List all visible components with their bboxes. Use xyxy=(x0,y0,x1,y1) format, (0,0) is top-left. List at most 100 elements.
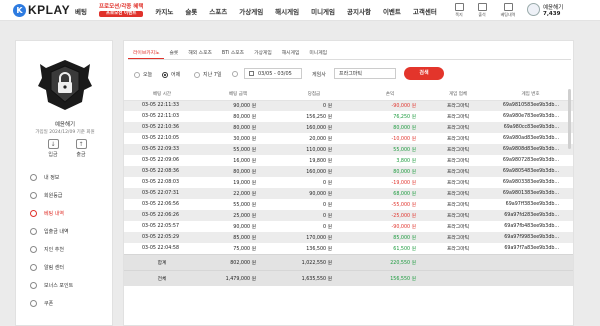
bet-time-cell: 03-05 22:04:58 xyxy=(124,243,200,254)
game-vendor-cell: 프라그마틱 xyxy=(428,199,488,210)
bet-history-table: 베팅 시간 베팅 금액 당첨금 손익 게임 업체 게임 번호 03-05 22:… xyxy=(124,89,573,286)
deposit-button[interactable]: ↓ 입금 xyxy=(41,139,65,158)
table-row[interactable]: 03-05 22:10:05 30,000 원 20,000 원 -10,000 원프… xyxy=(124,133,573,144)
table-row[interactable]: 03-05 22:07:31 22,000 원 90,000 원 68,000 원 프라… xyxy=(124,188,573,199)
sidebar-item-member-level[interactable]: 회원등급 xyxy=(16,186,114,204)
table-row[interactable]: 03-05 22:11:03 80,000 원 156,250 원 76,250 원프… xyxy=(124,111,573,122)
table-row[interactable]: 03-05 22:11:33 90,000 원0 원 -90,000 원 프라그마틱 6… xyxy=(124,100,573,111)
nav-virtual-game[interactable]: 가상게임 xyxy=(239,6,263,16)
tab-bti-sports[interactable]: BTi 스포츠 xyxy=(217,49,249,59)
sidebar-item-referral[interactable]: 지인 추천 xyxy=(16,240,114,258)
game-provider-input[interactable] xyxy=(334,68,396,79)
search-button[interactable]: 검색 xyxy=(404,67,444,80)
sidebar-item-notifications[interactable]: 알림 센터 xyxy=(16,258,114,276)
winnings-cell: 0 원 xyxy=(276,210,352,221)
tab-virtual-game[interactable]: 가상게임 xyxy=(249,49,277,59)
bet-history-shortcut[interactable]: 베팅내역 xyxy=(500,3,516,18)
table-row[interactable]: 03-05 22:06:26 25,000 원0 원 -25,000 원 프라그마틱 6… xyxy=(124,210,573,221)
nav-mini-game[interactable]: 미니게임 xyxy=(311,6,335,16)
message-button[interactable]: 쪽지 xyxy=(451,3,467,18)
game-vendor-cell: 프라그마틱 xyxy=(428,210,488,221)
nav-event[interactable]: 이벤트 xyxy=(383,6,401,16)
logo-mark-icon: K xyxy=(13,3,26,17)
game-number-cell: 69a980e783ee9b3db... xyxy=(488,111,573,122)
game-number-cell: 69a9801383ee9b3db... xyxy=(488,188,573,199)
radio-dot-icon xyxy=(162,71,168,78)
game-vendor-cell: 프라그마틱 xyxy=(428,177,488,188)
wallet-icon xyxy=(30,227,37,235)
radio-yesterday[interactable]: 어제 xyxy=(162,71,180,78)
column-bet-time: 베팅 시간 xyxy=(124,89,200,101)
table-row[interactable]: 03-05 22:09:06 16,000 원 19,800 원 3,800 원 프라그… xyxy=(124,155,573,166)
sidebar: 예윤해기 가입일 2024/12/09 기준 회원 ↓ 입금 ↑ 출금 내 정보… xyxy=(15,40,113,326)
sidebar-item-label: 베팅 내역 xyxy=(44,210,64,217)
main-nav: 베팅 프로모션/각종 혜택 프로모션 이벤트 카지노 슬롯 스포츠 가상게임 해… xyxy=(75,0,449,21)
sidebar-item-bonus-points[interactable]: 보너스 포인트 xyxy=(16,276,114,294)
table-row[interactable]: 03-05 22:04:58 75,000 원 136,500 원 61,500 원프… xyxy=(124,243,573,254)
tab-mini-game[interactable]: 미니게임 xyxy=(304,49,332,59)
sidebar-item-label: 쿠폰 xyxy=(44,300,54,307)
winnings-cell: 136,500 원 xyxy=(276,243,352,254)
nav-support[interactable]: 고객센터 xyxy=(413,6,437,16)
table-header-row: 베팅 시간 베팅 금액 당첨금 손익 게임 업체 게임 번호 xyxy=(124,89,573,101)
bet-time-cell: 03-05 22:08:03 xyxy=(124,177,200,188)
tab-overseas-sports[interactable]: 해외 스포츠 xyxy=(183,49,217,59)
table-row[interactable]: 03-05 22:10:36 80,000 원 160,000 원 80,000 원프… xyxy=(124,122,573,133)
tab-slot[interactable]: 슬롯 xyxy=(164,49,183,59)
game-number-cell: 69a9810583ee9b3db... xyxy=(488,100,573,111)
radio-today[interactable]: 오늘 xyxy=(134,71,152,78)
game-category-tabs: 라이브카지노 슬롯 해외 스포츠 BTi 스포츠 가상게임 해시게임 미니게임 xyxy=(128,49,571,60)
sidebar-item-label: 보너스 포인트 xyxy=(44,282,74,289)
total-label: 전체 xyxy=(124,269,200,286)
nav-slot[interactable]: 슬롯 xyxy=(185,6,197,16)
user-summary[interactable]: 예윤해기 7,439 xyxy=(527,2,587,19)
table-row[interactable]: 03-05 22:09:33 55,000 원 110,000 원 55,000 원프… xyxy=(124,144,573,155)
profit-loss-cell: 3,800 원 xyxy=(352,155,428,166)
withdraw-button[interactable]: ↑ 출금 xyxy=(69,139,93,158)
total-empty xyxy=(488,269,573,286)
table-row[interactable]: 03-05 22:05:29 85,000 원 170,000 원 85,000 원프… xyxy=(124,232,573,243)
radio-dot-icon xyxy=(232,71,238,77)
bet-amount-cell: 80,000 원 xyxy=(200,122,276,133)
nav-sports[interactable]: 스포츠 xyxy=(209,6,227,16)
profit-loss-cell: 68,000 원 xyxy=(352,188,428,199)
game-vendor-cell: 프라그마틱 xyxy=(428,133,488,144)
table-row[interactable]: 03-05 22:05:57 90,000 원0 원 -90,000 원 프라그마틱 6… xyxy=(124,221,573,232)
attendance-button[interactable]: 출석 xyxy=(474,3,490,18)
table-scrollbar[interactable] xyxy=(568,89,571,149)
table-row[interactable]: 03-05 22:06:56 55,000 원0 원 -55,000 원 프라그마틱 6… xyxy=(124,199,573,210)
date-range-picker[interactable]: 03/05 - 03/05 xyxy=(244,68,302,79)
nav-casino[interactable]: 카지노 xyxy=(155,6,173,16)
bell-icon xyxy=(30,263,37,271)
sidebar-item-bet-history[interactable]: 베팅 내역 xyxy=(16,204,114,222)
sidebar-item-coupon[interactable]: 쿠폰 xyxy=(16,294,114,312)
message-label: 쪽지 xyxy=(455,12,463,17)
vip-emblem-icon xyxy=(38,60,92,110)
profit-loss-cell: -10,000 원 xyxy=(352,133,428,144)
nav-promotion[interactable]: 프로모션/각종 혜택 프로모션 이벤트 xyxy=(98,4,144,17)
sidebar-item-transactions[interactable]: 입출금 내역 xyxy=(16,222,114,240)
radio-custom-range[interactable] xyxy=(232,71,241,77)
winnings-cell: 0 원 xyxy=(276,177,352,188)
tab-hash-game[interactable]: 해시게임 xyxy=(277,49,305,59)
winnings-cell: 160,000 원 xyxy=(276,166,352,177)
kplay-logo[interactable]: K KPLAY xyxy=(13,3,70,17)
bet-amount-cell: 30,000 원 xyxy=(200,133,276,144)
filter-bar: 오늘 어제 지난 7일 03/05 - 03/05 게임사 검색 xyxy=(128,67,571,82)
game-vendor-cell: 프라그마틱 xyxy=(428,155,488,166)
history-icon xyxy=(30,209,37,217)
tab-live-casino[interactable]: 라이브카지노 xyxy=(128,49,165,59)
nav-bet[interactable]: 베팅 xyxy=(75,6,87,16)
table-row[interactable]: 03-05 22:08:03 19,000 원0 원 -19,000 원 프라그마틱 6… xyxy=(124,177,573,188)
nav-notice[interactable]: 공지사항 xyxy=(347,6,371,16)
deposit-label: 입금 xyxy=(48,152,58,158)
radio-last-7-days[interactable]: 지난 7일 xyxy=(194,71,222,78)
subtotal-row: 합계 802,000 원 1,022,550 원 220,550 원 xyxy=(124,253,573,270)
sidebar-item-my-info[interactable]: 내 정보 xyxy=(16,168,114,186)
nav-hash-game[interactable]: 해시게임 xyxy=(275,6,299,16)
subtotal-bet: 802,000 원 xyxy=(200,253,276,270)
game-vendor-cell: 프라그마틱 xyxy=(428,221,488,232)
profit-loss-cell: -19,000 원 xyxy=(352,177,428,188)
bet-time-cell: 03-05 22:08:36 xyxy=(124,166,200,177)
table-row[interactable]: 03-05 22:08:36 80,000 원 160,000 원 80,000 원프… xyxy=(124,166,573,177)
